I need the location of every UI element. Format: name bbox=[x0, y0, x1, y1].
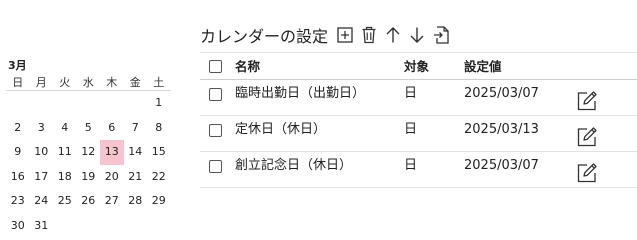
row-name: 定休日（休日） bbox=[235, 122, 327, 137]
calendar-day[interactable]: 30 bbox=[6, 214, 30, 239]
calendar-day[interactable]: 12 bbox=[77, 140, 101, 165]
calendar-empty-cell bbox=[100, 91, 124, 116]
row-name: 臨時出勤日（出勤日） bbox=[235, 86, 366, 101]
table-row[interactable]: 臨時出勤日（出勤日） 日 2025/03/07 bbox=[200, 80, 637, 116]
calendar-day[interactable]: 17 bbox=[30, 165, 54, 190]
calendar-day[interactable]: 7 bbox=[124, 116, 148, 141]
table-row[interactable]: 定休日（休日） 日 2025/03/13 bbox=[200, 116, 637, 152]
row-value: 2025/03/07 bbox=[464, 158, 539, 173]
calendar-day[interactable]: 5 bbox=[77, 116, 101, 141]
calendar-empty-cell bbox=[30, 91, 54, 116]
calendar-day[interactable]: 25 bbox=[53, 189, 77, 214]
export-button[interactable] bbox=[431, 24, 451, 46]
row-target: 日 bbox=[404, 122, 418, 137]
weekday-header: 金 bbox=[123, 74, 147, 91]
weekday-header: 火 bbox=[53, 74, 77, 91]
row-checkbox[interactable] bbox=[209, 88, 222, 101]
calendar-empty-cell bbox=[6, 91, 30, 116]
calendar-day[interactable]: 8 bbox=[147, 116, 171, 141]
panel-header: カレンダーの設定 bbox=[200, 18, 637, 52]
row-name: 創立記念日（休日） bbox=[235, 158, 353, 173]
calendar-day[interactable]: 19 bbox=[77, 165, 101, 190]
weekday-header: 水 bbox=[76, 74, 100, 91]
calendar-day[interactable]: 22 bbox=[147, 165, 171, 190]
table-header: 名称 対象 設定値 bbox=[200, 52, 637, 80]
edit-icon[interactable] bbox=[576, 90, 598, 112]
calendar-day[interactable]: 15 bbox=[147, 140, 171, 165]
calendar-day[interactable]: 28 bbox=[124, 189, 148, 214]
calendar-month-label: 3月 bbox=[8, 59, 27, 72]
calendar-day[interactable]: 14 bbox=[124, 140, 148, 165]
calendar-day[interactable]: 23 bbox=[6, 189, 30, 214]
calendar-day[interactable]: 9 bbox=[6, 140, 30, 165]
calendar-day[interactable]: 18 bbox=[53, 165, 77, 190]
calendar-day[interactable]: 26 bbox=[77, 189, 101, 214]
arrow-up-icon bbox=[386, 27, 400, 43]
calendar-settings-panel: カレンダーの設定 名称 対象 設定値 臨時出勤日（出勤日） 日 2025/03/… bbox=[200, 18, 637, 188]
page-title: カレンダーの設定 bbox=[200, 27, 329, 46]
settings-table: 名称 対象 設定値 臨時出勤日（出勤日） 日 2025/03/07 定休日（休日… bbox=[200, 52, 637, 188]
column-header-value: 設定値 bbox=[464, 59, 502, 74]
table-row[interactable]: 創立記念日（休日） 日 2025/03/07 bbox=[200, 152, 637, 188]
calendar-days: 1 2 3 4 5 6 7 8 9 10 11 12 13 14 15 16 17 18 19 20 21 22 23 24 2… bbox=[6, 91, 174, 238]
calendar-day[interactable]: 4 bbox=[53, 116, 77, 141]
calendar-day[interactable]: 6 bbox=[100, 116, 124, 141]
calendar-grid: 日 月 火 水 木 金 土 bbox=[6, 74, 174, 91]
calendar-day[interactable]: 11 bbox=[53, 140, 77, 165]
calendar-day[interactable]: 16 bbox=[6, 165, 30, 190]
column-header-target: 対象 bbox=[404, 59, 430, 74]
calendar-day[interactable]: 10 bbox=[30, 140, 54, 165]
calendar-empty-cell bbox=[124, 91, 148, 116]
calendar-empty-cell bbox=[53, 214, 77, 239]
calendar-day[interactable]: 3 bbox=[30, 116, 54, 141]
weekday-header: 木 bbox=[100, 74, 124, 91]
edit-icon[interactable] bbox=[576, 162, 598, 184]
row-value: 2025/03/07 bbox=[464, 86, 539, 101]
add-button[interactable] bbox=[335, 24, 355, 46]
row-value: 2025/03/13 bbox=[464, 122, 539, 137]
delete-button[interactable] bbox=[359, 24, 379, 46]
calendar-day[interactable]: 29 bbox=[147, 189, 171, 214]
calendar-day[interactable]: 21 bbox=[124, 165, 148, 190]
weekday-header: 土 bbox=[147, 74, 171, 91]
calendar-day[interactable]: 31 bbox=[30, 214, 54, 239]
column-header-name: 名称 bbox=[235, 59, 261, 74]
arrow-down-icon bbox=[410, 27, 424, 43]
edit-icon[interactable] bbox=[576, 126, 598, 148]
calendar-day-today[interactable]: 13 bbox=[100, 140, 124, 165]
calendar-empty-cell bbox=[124, 214, 148, 239]
calendar-day[interactable]: 1 bbox=[147, 91, 171, 116]
export-file-icon bbox=[433, 26, 449, 44]
calendar-day[interactable]: 27 bbox=[100, 189, 124, 214]
calendar-empty-cell bbox=[147, 214, 171, 239]
row-checkbox[interactable] bbox=[209, 160, 222, 173]
calendar-empty-cell bbox=[77, 214, 101, 239]
select-all-checkbox[interactable] bbox=[209, 60, 222, 73]
mini-calendar: 3月 日 月 火 水 木 金 土 1 2 3 4 5 6 7 8 9 10 11 12 13 14 15 16… bbox=[6, 58, 174, 238]
calendar-empty-cell bbox=[100, 214, 124, 239]
row-target: 日 bbox=[404, 86, 418, 101]
calendar-empty-cell bbox=[53, 91, 77, 116]
calendar-day[interactable]: 20 bbox=[100, 165, 124, 190]
weekday-header: 月 bbox=[29, 74, 53, 91]
weekday-header: 日 bbox=[6, 74, 30, 91]
add-box-icon bbox=[337, 27, 353, 43]
row-target: 日 bbox=[404, 158, 418, 173]
calendar-day[interactable]: 24 bbox=[30, 189, 54, 214]
calendar-day[interactable]: 2 bbox=[6, 116, 30, 141]
trash-icon bbox=[362, 26, 376, 44]
calendar-empty-cell bbox=[77, 91, 101, 116]
row-checkbox[interactable] bbox=[209, 124, 222, 137]
move-up-button[interactable] bbox=[383, 24, 403, 46]
move-down-button[interactable] bbox=[407, 24, 427, 46]
